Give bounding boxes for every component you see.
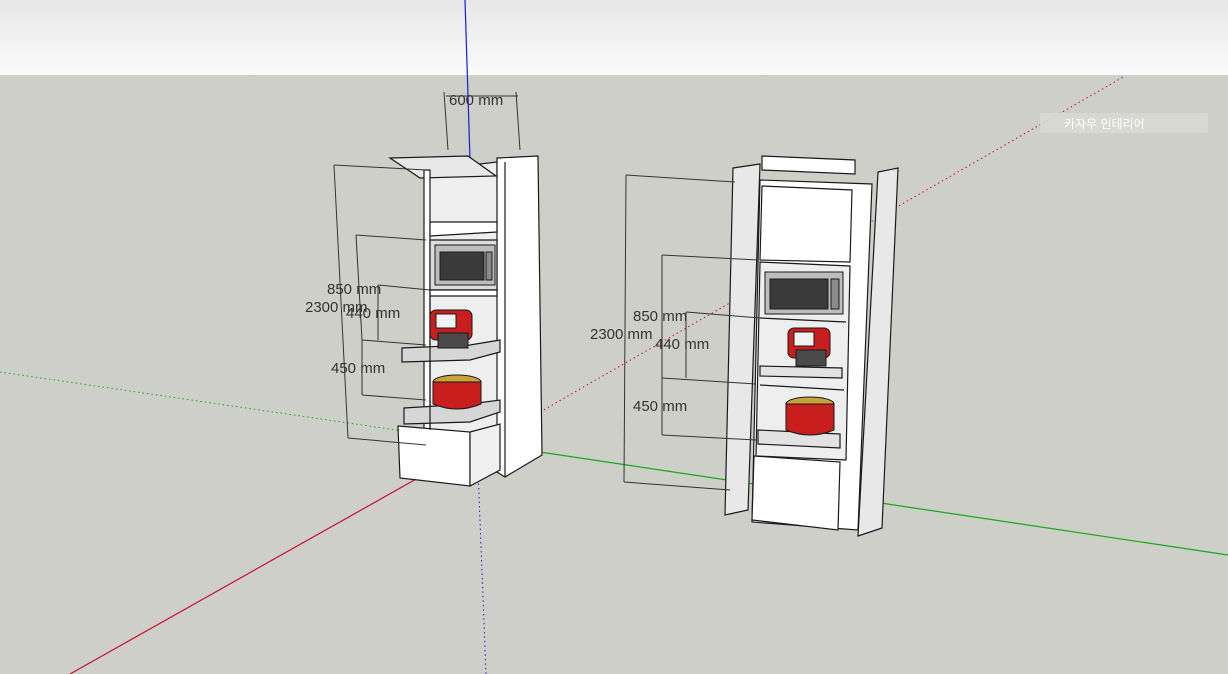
dim-total-right: 2300 mm <box>590 326 653 343</box>
dim-width-left: 600 mm <box>449 92 503 109</box>
watermark-text: 카자우 인테리어 <box>1064 117 1145 131</box>
microwave-icon <box>434 244 496 286</box>
dim-upper-right: 850 mm <box>633 308 687 325</box>
microwave-icon <box>764 271 844 315</box>
sketchup-viewport[interactable]: 카자우 인테리어 600 mm 850 mm 2300 mm 440 mm 45… <box>0 0 1228 674</box>
dim-lower-left: 450 mm <box>331 360 385 377</box>
side-panel <box>496 155 543 478</box>
dim-middle-right: 440 mm <box>655 336 709 353</box>
rice-cooker-icon <box>432 374 482 410</box>
sky <box>0 0 1228 75</box>
ground-plane <box>0 75 1228 674</box>
rice-cooker-icon <box>785 396 835 436</box>
watermark-tag: 카자우 인테리어 <box>1040 113 1208 133</box>
shelf <box>429 289 498 297</box>
dim-upper-left: 850 mm <box>327 281 381 298</box>
bottom-drawer <box>397 425 471 487</box>
dim-lower-right: 450 mm <box>633 398 687 415</box>
bottom-drawer <box>751 455 841 531</box>
dim-middle-left: 440 mm <box>346 305 400 322</box>
shelf <box>759 365 843 379</box>
